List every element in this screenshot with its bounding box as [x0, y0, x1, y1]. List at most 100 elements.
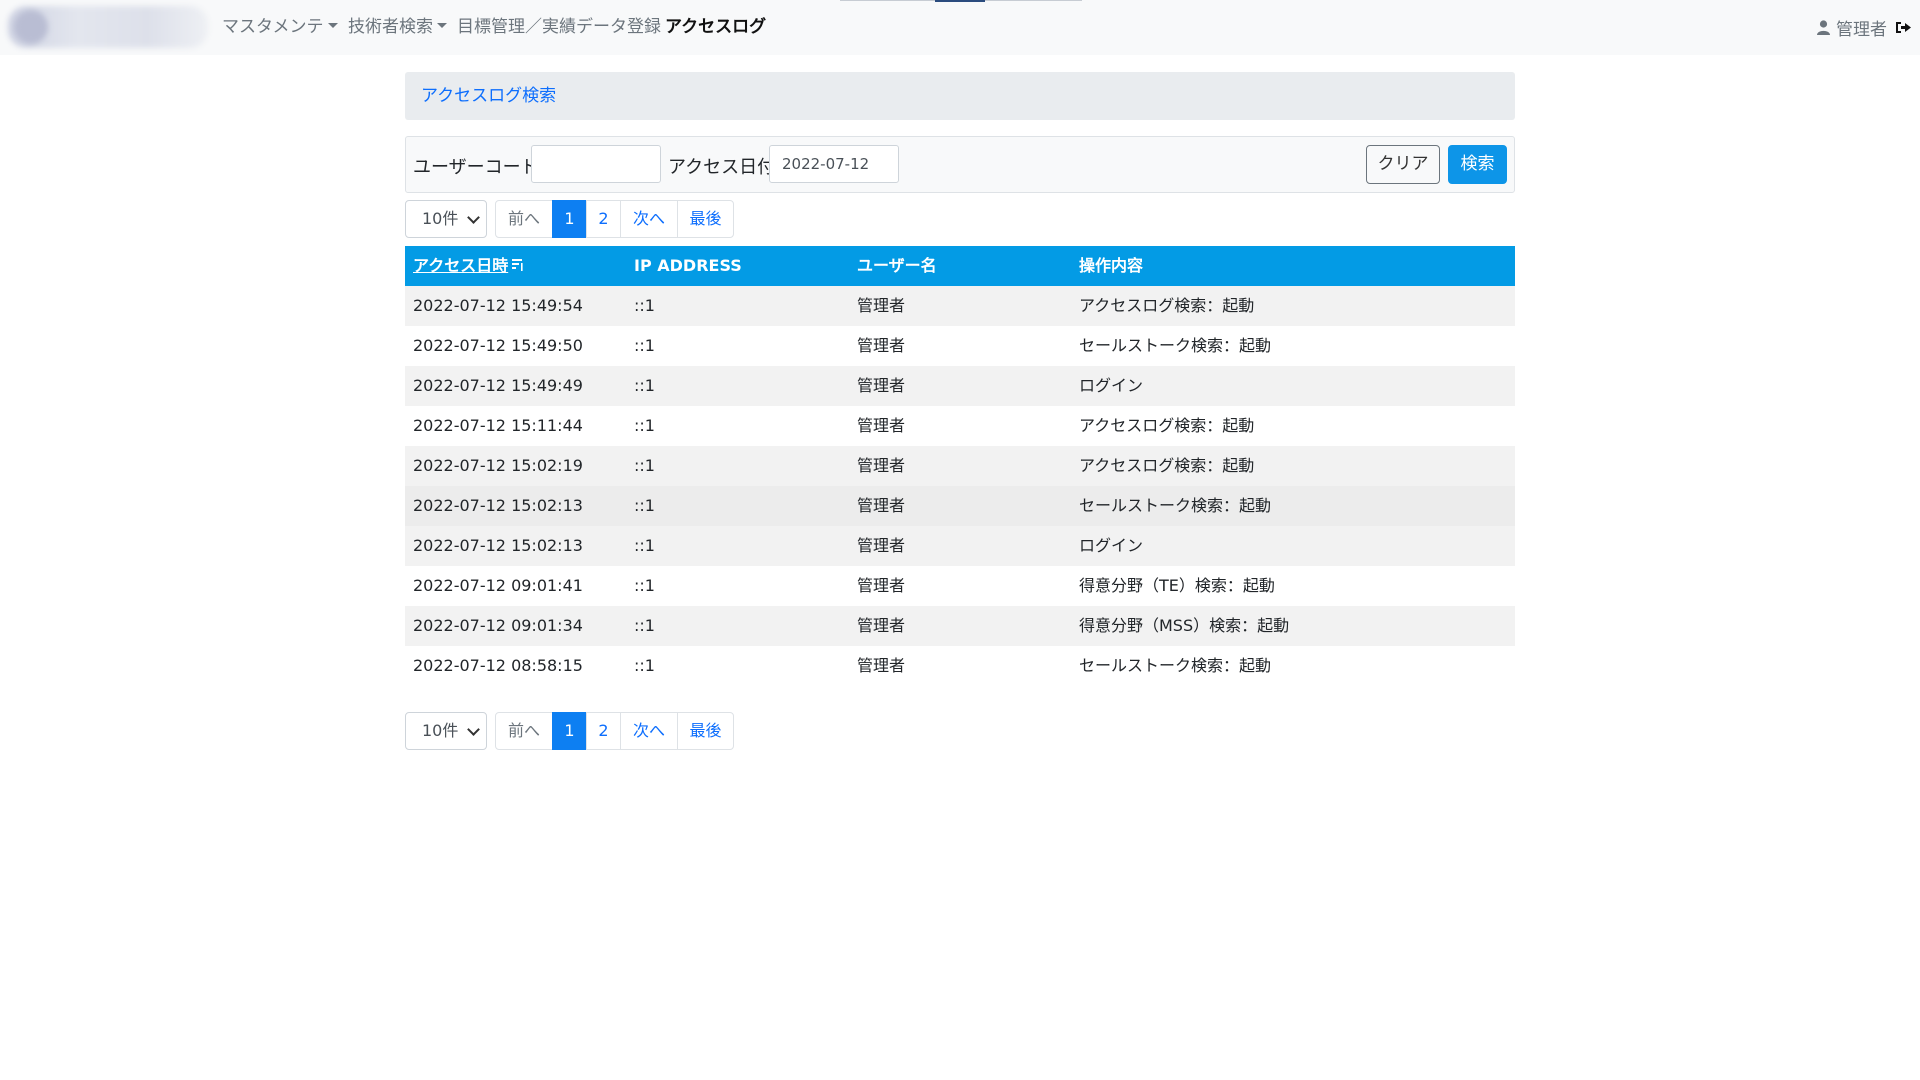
user-menu[interactable]: 管理者: [1817, 14, 1912, 40]
pagination: 前へ 1 2 次へ 最後: [495, 712, 734, 750]
cell-access-datetime: 2022-07-12 08:58:15: [413, 656, 583, 675]
user-icon: [1817, 19, 1830, 35]
cell-operation: セールストーク検索：起動: [1079, 496, 1272, 515]
cell-operation: ログイン: [1079, 536, 1144, 555]
prev-page-button[interactable]: 前へ: [495, 200, 553, 238]
cell-ip-address: ::1: [634, 296, 655, 315]
cell-user-name: 管理者: [857, 616, 906, 635]
last-page-button[interactable]: 最後: [677, 200, 734, 238]
page-button-2[interactable]: 2: [586, 712, 621, 750]
cell-operation: アクセスログ検索：起動: [1079, 296, 1255, 315]
page-button-1[interactable]: 1: [552, 712, 587, 750]
table-row: 2022-07-12 09:01:41 ::1 管理者 得意分野（TE）検索：起…: [405, 566, 1515, 606]
access-log-table: アクセス日時 IP ADDRESS ユーザー名 操作内容 2022-07-12 …: [405, 246, 1515, 686]
cell-user-name: 管理者: [857, 376, 906, 395]
user-code-label: ユーザーコード: [413, 157, 539, 178]
access-date-label: アクセス日付: [668, 157, 776, 178]
cell-access-datetime: 2022-07-12 15:11:44: [413, 416, 583, 435]
cell-user-name: 管理者: [857, 496, 906, 515]
cell-access-datetime: 2022-07-12 15:02:13: [413, 536, 583, 555]
cell-access-datetime: 2022-07-12 15:49:54: [413, 296, 583, 315]
search-button[interactable]: 検索: [1448, 145, 1507, 184]
pagination: 前へ 1 2 次へ 最後: [495, 200, 734, 238]
cell-ip-address: ::1: [634, 376, 655, 395]
cell-user-name: 管理者: [857, 336, 906, 355]
page-button-1[interactable]: 1: [552, 200, 587, 238]
nav-item-access-log[interactable]: アクセスログ: [665, 14, 766, 40]
cell-access-datetime: 2022-07-12 15:49:50: [413, 336, 583, 355]
table-row: 2022-07-12 15:02:13 ::1 管理者 ログイン: [405, 526, 1515, 566]
table-row: 2022-07-12 09:01:34 ::1 管理者 得意分野（MSS）検索：…: [405, 606, 1515, 646]
table-row: 2022-07-12 15:11:44 ::1 管理者 アクセスログ検索：起動: [405, 406, 1515, 446]
column-header-access-datetime[interactable]: アクセス日時: [413, 246, 523, 287]
cell-operation: アクセスログ検索：起動: [1079, 456, 1255, 475]
cell-ip-address: ::1: [634, 616, 655, 635]
last-page-button[interactable]: 最後: [677, 712, 734, 750]
cell-user-name: 管理者: [857, 656, 906, 675]
cell-user-name: 管理者: [857, 576, 906, 595]
column-header-label: アクセス日時: [413, 256, 509, 275]
cell-access-datetime: 2022-07-12 15:02:19: [413, 456, 583, 475]
chevron-down-icon: [467, 723, 480, 736]
cell-user-name: 管理者: [857, 456, 906, 475]
cell-ip-address: ::1: [634, 416, 655, 435]
next-page-button[interactable]: 次へ: [620, 712, 678, 750]
column-header-user-name: ユーザー名: [857, 256, 937, 275]
table-row: 2022-07-12 15:02:19 ::1 管理者 アクセスログ検索：起動: [405, 446, 1515, 486]
per-page-value: 10件: [422, 721, 459, 740]
user-name: 管理者: [1836, 19, 1887, 40]
per-page-value: 10件: [422, 209, 459, 228]
column-header-operation: 操作内容: [1079, 256, 1144, 275]
caret-down-icon: [437, 23, 447, 28]
top-indicator-right: [985, 0, 1082, 1]
cell-user-name: 管理者: [857, 416, 906, 435]
cell-ip-address: ::1: [634, 576, 655, 595]
table-row: 2022-07-12 15:49:50 ::1 管理者 セールストーク検索：起動: [405, 326, 1515, 366]
cell-operation: アクセスログ検索：起動: [1079, 416, 1255, 435]
clear-button[interactable]: クリア: [1366, 145, 1440, 184]
access-date-input[interactable]: 2022-07-12: [769, 145, 899, 183]
cell-user-name: 管理者: [857, 536, 906, 555]
navbar: マスタメンテ 技術者検索 目標管理／実績データ登録 アクセスログ 管理者: [0, 0, 1920, 55]
cell-operation: 得意分野（MSS）検索：起動: [1079, 616, 1290, 635]
nav-item-master-maintenance[interactable]: マスタメンテ: [222, 14, 338, 40]
cell-access-datetime: 2022-07-12 09:01:34: [413, 616, 583, 635]
cell-ip-address: ::1: [634, 656, 655, 675]
chevron-down-icon: [467, 211, 480, 224]
cell-access-datetime: 2022-07-12 09:01:41: [413, 576, 583, 595]
table-header: アクセス日時 IP ADDRESS ユーザー名 操作内容: [405, 246, 1515, 286]
column-header-ip-address: IP ADDRESS: [634, 256, 742, 275]
logout-icon[interactable]: [1895, 20, 1912, 35]
cell-ip-address: ::1: [634, 336, 655, 355]
per-page-select[interactable]: 10件: [405, 712, 487, 750]
table-row: 2022-07-12 15:02:13 ::1 管理者 セールストーク検索：起動: [405, 486, 1515, 526]
user-code-input[interactable]: [531, 145, 661, 183]
cell-ip-address: ::1: [634, 496, 655, 515]
page-button-2[interactable]: 2: [586, 200, 621, 238]
nav-item-label: アクセスログ: [665, 17, 767, 37]
cell-user-name: 管理者: [857, 296, 906, 315]
cell-access-datetime: 2022-07-12 15:49:49: [413, 376, 583, 395]
brand-logo-mark: [14, 10, 48, 44]
cell-operation: 得意分野（TE）検索：起動: [1079, 576, 1275, 595]
panel-title: アクセスログ検索: [405, 72, 1515, 120]
nav-item-target-management[interactable]: 目標管理／実績データ登録: [457, 14, 661, 40]
search-form: ユーザーコード アクセス日付 2022-07-12 クリア 検索: [405, 136, 1515, 193]
cell-access-datetime: 2022-07-12 15:02:13: [413, 496, 583, 515]
table-row: 2022-07-12 08:58:15 ::1 管理者 セールストーク検索：起動: [405, 646, 1515, 686]
top-indicator-active: [935, 0, 985, 2]
cell-ip-address: ::1: [634, 456, 655, 475]
caret-down-icon: [327, 23, 338, 28]
next-page-button[interactable]: 次へ: [620, 200, 678, 238]
cell-operation: セールストーク検索：起動: [1079, 656, 1272, 675]
cell-operation: セールストーク検索：起動: [1079, 336, 1272, 355]
nav-item-engineer-search[interactable]: 技術者検索: [348, 14, 447, 40]
table-row: 2022-07-12 15:49:54 ::1 管理者 アクセスログ検索：起動: [405, 286, 1515, 326]
prev-page-button[interactable]: 前へ: [495, 712, 553, 750]
nav-item-label: マスタメンテ: [222, 17, 324, 37]
sort-icon: [512, 247, 523, 287]
per-page-select[interactable]: 10件: [405, 200, 487, 238]
cell-operation: ログイン: [1079, 376, 1144, 395]
cell-ip-address: ::1: [634, 536, 655, 555]
nav-item-label: 技術者検索: [348, 17, 433, 37]
